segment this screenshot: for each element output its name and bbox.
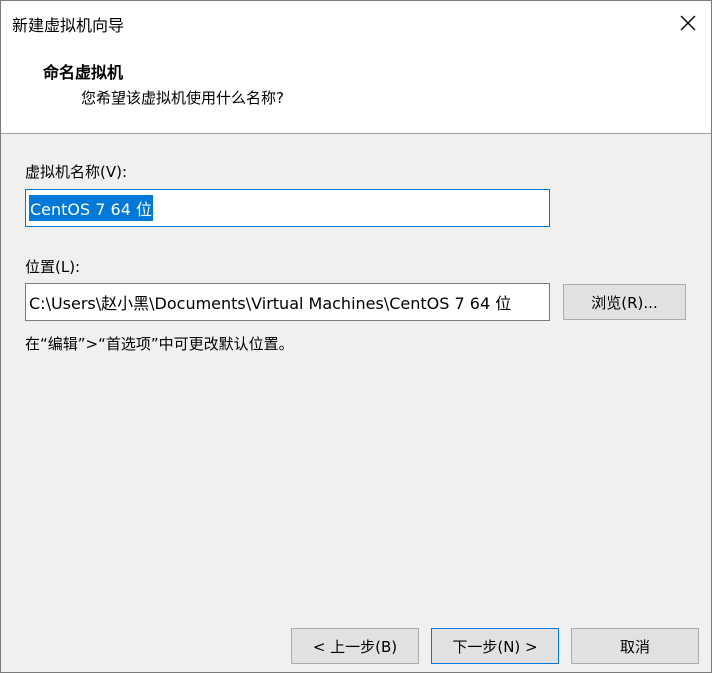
close-button[interactable]	[665, 1, 711, 45]
window-title: 新建虚拟机向导	[12, 16, 125, 35]
wizard-window: 新建虚拟机向导 命名虚拟机 您希望该虚拟机使用什么名称? 虚拟机名称(V): C…	[0, 0, 712, 673]
close-icon	[680, 15, 696, 31]
back-button[interactable]: < 上一步(B)	[291, 628, 419, 664]
title-bar: 新建虚拟机向导	[1, 1, 711, 45]
wizard-header: 命名虚拟机 您希望该虚拟机使用什么名称?	[1, 45, 711, 134]
location-hint: 在“编辑”>“首选项”中可更改默认位置。	[25, 335, 294, 353]
page-heading: 命名虚拟机	[43, 63, 124, 82]
browse-button[interactable]: 浏览(R)...	[563, 284, 686, 320]
location-label: 位置(L):	[25, 258, 81, 276]
cancel-button[interactable]: 取消	[571, 628, 699, 664]
vm-name-selected-text: CentOS 7 64 位	[29, 195, 153, 221]
page-subheading: 您希望该虚拟机使用什么名称?	[81, 89, 284, 107]
next-button[interactable]: 下一步(N) >	[431, 628, 559, 664]
vm-name-input[interactable]: CentOS 7 64 位	[25, 189, 550, 227]
vm-name-label: 虚拟机名称(V):	[25, 163, 128, 181]
location-value: C:\Users\赵小黑\Documents\Virtual Machines\…	[29, 294, 512, 313]
location-input[interactable]: C:\Users\赵小黑\Documents\Virtual Machines\…	[25, 283, 550, 321]
